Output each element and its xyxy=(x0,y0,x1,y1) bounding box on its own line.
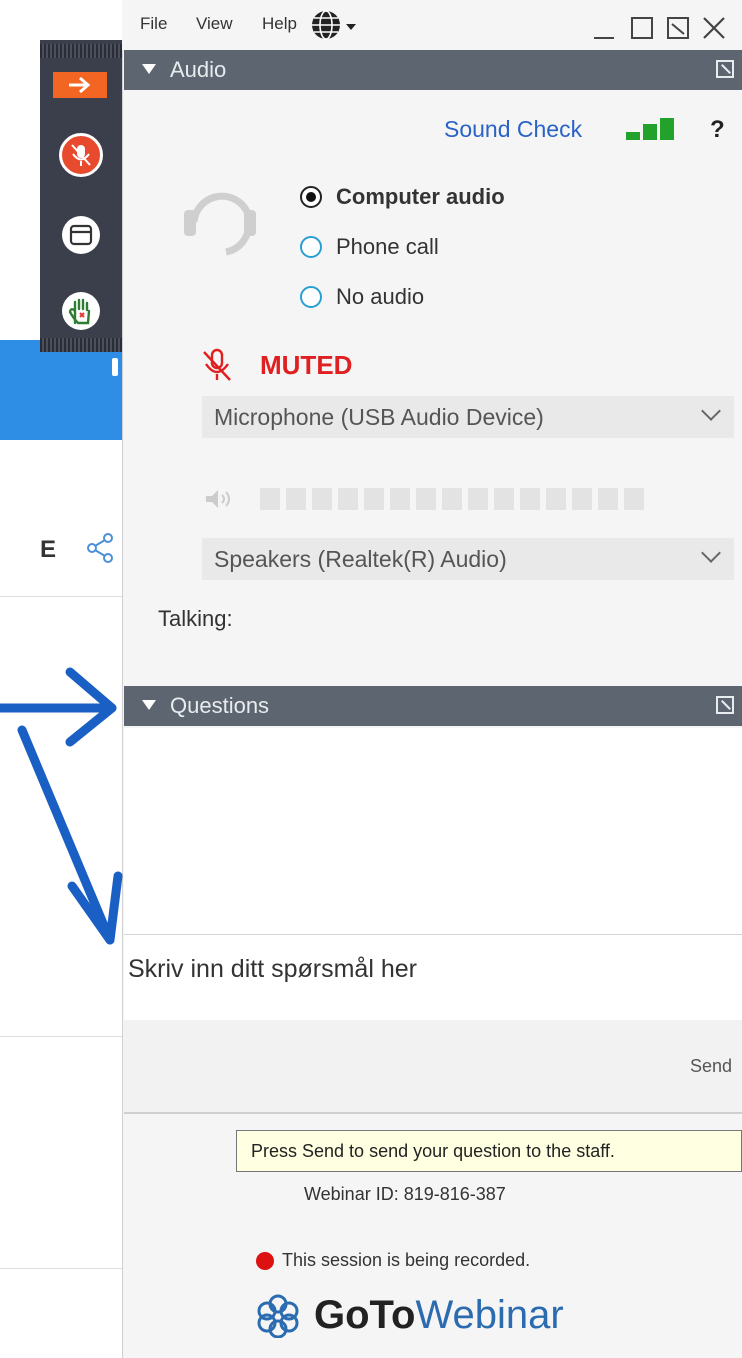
recording-dot-icon xyxy=(256,1251,274,1270)
radio-computer-audio[interactable] xyxy=(300,186,322,208)
background-divider xyxy=(0,1268,122,1269)
send-tooltip: Press Send to send your question to the … xyxy=(236,1130,742,1172)
screen-view-button[interactable] xyxy=(51,206,111,264)
talking-label: Talking: xyxy=(158,606,233,631)
speaker-level-meter xyxy=(260,488,644,510)
restore-icon[interactable] xyxy=(667,17,689,39)
mute-button[interactable] xyxy=(51,126,111,184)
speakers-value: Speakers (Realtek(R) Audio) xyxy=(214,546,507,572)
maximize-icon[interactable] xyxy=(631,17,653,39)
questions-section-header[interactable]: Questions xyxy=(124,686,742,726)
menu-view[interactable]: View xyxy=(196,14,233,34)
globe-icon[interactable] xyxy=(310,8,362,42)
background-text-fragment: E xyxy=(40,536,57,563)
muted-microphone-icon xyxy=(203,348,231,381)
headset-icon xyxy=(184,192,256,256)
popout-icon[interactable] xyxy=(716,696,734,714)
muted-label: MUTED xyxy=(260,349,353,380)
questions-header-label: Questions xyxy=(170,693,270,718)
microphone-icon xyxy=(71,144,91,166)
background-divider xyxy=(0,596,122,597)
arrow-to-input-icon xyxy=(17,725,123,945)
collapse-triangle-icon[interactable] xyxy=(142,64,156,74)
chevron-down-icon xyxy=(701,543,721,563)
banner-notch xyxy=(112,358,118,376)
audio-section-header[interactable]: Audio xyxy=(124,50,742,90)
recording-label: This session is being recorded. xyxy=(282,1250,531,1270)
send-area: Send xyxy=(124,1020,742,1114)
sound-check-link[interactable]: Sound Check xyxy=(444,116,582,143)
background-divider xyxy=(0,1036,122,1037)
questions-log xyxy=(124,728,742,934)
brand-light: Webinar xyxy=(415,1292,564,1337)
popout-icon[interactable] xyxy=(716,60,734,78)
no-audio-label: No audio xyxy=(336,284,425,309)
collapse-triangle-icon[interactable] xyxy=(142,700,156,710)
gotowebinar-logo: GoTo Webinar xyxy=(254,1292,564,1338)
brand-bold: GoTo xyxy=(314,1292,416,1337)
menu-file[interactable]: File xyxy=(140,14,167,34)
floating-toolbar xyxy=(40,40,122,352)
speakers-select[interactable]: Speakers (Realtek(R) Audio) xyxy=(202,538,734,580)
no-audio-option[interactable]: No audio xyxy=(300,284,424,310)
annotation-arrows xyxy=(0,667,123,945)
radio-phone-call[interactable] xyxy=(300,236,322,258)
arrow-to-questions-icon xyxy=(0,667,117,747)
toolbar-grip[interactable] xyxy=(40,44,122,58)
toolbar-grip-bottom xyxy=(40,338,122,352)
computer-audio-option[interactable]: Computer audio xyxy=(300,184,505,210)
background-banner xyxy=(0,340,122,440)
tooltip-text: Press Send to send your question to the … xyxy=(251,1141,615,1161)
computer-audio-label: Computer audio xyxy=(336,184,505,209)
help-button[interactable]: ? xyxy=(710,116,725,144)
raise-hand-icon xyxy=(68,298,91,325)
webinar-id: Webinar ID: 819-816-387 xyxy=(304,1184,506,1204)
close-icon[interactable] xyxy=(703,17,725,39)
window-icon xyxy=(69,224,93,246)
phone-call-option[interactable]: Phone call xyxy=(300,234,439,260)
share-icon[interactable] xyxy=(86,532,116,564)
audio-header-label: Audio xyxy=(170,57,227,82)
arrow-right-icon xyxy=(69,76,91,94)
speaker-volume-icon xyxy=(206,490,230,508)
flower-logo-icon xyxy=(257,1294,299,1338)
recording-status: This session is being recorded. xyxy=(256,1250,530,1271)
microphone-value: Microphone (USB Audio Device) xyxy=(214,404,544,430)
phone-call-label: Phone call xyxy=(336,234,439,259)
raise-hand-button[interactable] xyxy=(51,282,111,340)
question-input-placeholder: Skriv inn ditt spørsmål her xyxy=(128,955,417,983)
window-controls xyxy=(594,17,725,39)
menu-help[interactable]: Help xyxy=(262,14,297,34)
radio-no-audio[interactable] xyxy=(300,286,322,308)
collapse-panel-button[interactable] xyxy=(53,72,107,98)
mute-status: MUTED xyxy=(200,348,352,382)
signal-bars-icon xyxy=(626,118,677,142)
send-button[interactable]: Send xyxy=(690,1056,732,1077)
question-input[interactable]: Skriv inn ditt spørsmål her xyxy=(124,934,742,1022)
microphone-select[interactable]: Microphone (USB Audio Device) xyxy=(202,396,734,438)
chevron-down-icon xyxy=(701,401,721,421)
